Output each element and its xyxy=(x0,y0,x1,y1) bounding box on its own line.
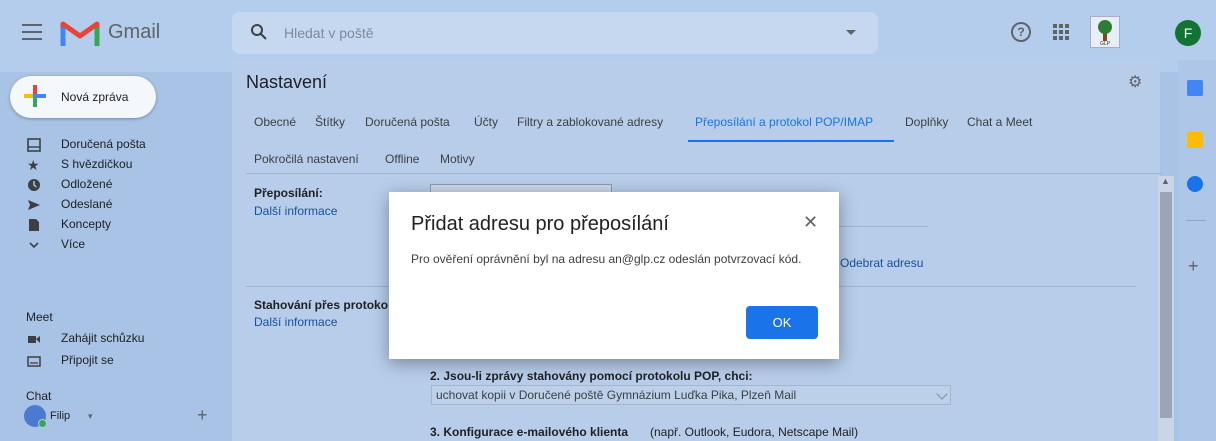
sidebar-item-label: Koncepty xyxy=(61,217,112,231)
calendar-icon[interactable] xyxy=(1187,80,1203,96)
gmail-logo[interactable] xyxy=(60,18,100,48)
pop-action-select-value: uchovat kopii v Doručené poště Gymnázium… xyxy=(436,388,797,402)
sidebar-item-join-meeting[interactable]: Připojit se xyxy=(0,350,230,372)
tab-advanced[interactable]: Pokročilá nastavení xyxy=(254,152,359,166)
close-icon[interactable]: ✕ xyxy=(803,212,818,233)
brand-name: Gmail xyxy=(108,21,161,43)
inbox-icon xyxy=(27,138,41,152)
remove-address-link[interactable]: Odebrat adresu xyxy=(840,256,923,270)
sidebar-item-label: S hvězdičkou xyxy=(61,157,133,171)
tabs-divider xyxy=(246,173,1162,174)
tab-labels[interactable]: Štítky xyxy=(315,115,345,129)
start-chat-plus-icon[interactable]: + xyxy=(197,405,208,426)
chevron-down-icon xyxy=(936,388,948,400)
meet-section-title: Meet xyxy=(26,310,53,324)
search-bar[interactable] xyxy=(232,12,878,54)
pop-step3-label: 3. Konfigurace e-mailového klienta xyxy=(430,425,629,439)
pop-action-select[interactable]: uchovat kopii v Doručené poště Gymnázium… xyxy=(431,385,951,405)
search-input[interactable] xyxy=(284,23,804,43)
compose-label: Nová zpráva xyxy=(61,90,129,104)
row-divider xyxy=(838,226,928,227)
pop-download-label: Stahování přes protoko xyxy=(254,298,389,312)
tab-general[interactable]: Obecné xyxy=(254,115,296,129)
draft-icon xyxy=(27,218,41,232)
page-title: Nastavení xyxy=(246,72,328,92)
tasks-icon[interactable] xyxy=(1187,176,1203,192)
gear-icon[interactable]: ⚙ xyxy=(1128,72,1142,92)
sidebar-item-label: Zahájit schůzku xyxy=(61,331,145,345)
pop-step2-label: 2. Jsou-li zprávy stahovány pomocí proto… xyxy=(430,369,753,383)
compose-button[interactable]: Nová zpráva xyxy=(10,76,156,118)
dialog-message: Pro ověření oprávnění byl na adresu an@g… xyxy=(411,252,802,266)
sidebar-item-label: Připojit se xyxy=(61,353,114,367)
search-icon[interactable] xyxy=(250,23,268,46)
tab-forwarding-pop-imap[interactable]: Přeposílání a protokol POP/IMAP xyxy=(695,115,873,129)
chat-user-avatar[interactable] xyxy=(24,405,47,428)
tab-addons[interactable]: Doplňky xyxy=(905,115,948,129)
dialog-title: Přidat adresu pro přeposílání xyxy=(411,213,669,235)
main-menu-icon[interactable] xyxy=(22,24,42,40)
ok-button[interactable]: OK xyxy=(746,306,818,339)
clock-icon xyxy=(27,178,41,192)
status-dropdown-icon[interactable]: ▾ xyxy=(88,411,93,422)
chat-user-name[interactable]: Filip xyxy=(50,410,70,422)
online-status-icon xyxy=(38,419,47,428)
tab-offline[interactable]: Offline xyxy=(385,152,419,166)
forwarding-confirmation-dialog: Přidat adresu pro přeposílání ✕ Pro ověř… xyxy=(389,192,839,359)
sidebar-item-more[interactable]: Více xyxy=(0,234,230,256)
sidebar-item-starred[interactable]: ★ S hvězdičkou xyxy=(0,154,230,176)
forwarding-label: Přeposílání: xyxy=(254,186,323,200)
chevron-down-icon xyxy=(27,238,41,252)
keep-icon[interactable] xyxy=(1187,132,1203,148)
tab-accounts[interactable]: Účty xyxy=(474,115,498,129)
plus-icon xyxy=(22,83,48,109)
pop-learn-more-link[interactable]: Další informace xyxy=(254,315,337,329)
sidebar-item-new-meeting[interactable]: Zahájit schůzku xyxy=(0,328,230,350)
sidebar-item-sent[interactable]: Odeslané xyxy=(0,194,230,216)
search-options-icon[interactable] xyxy=(846,30,856,35)
side-panel: + xyxy=(1178,60,1216,441)
tab-filters[interactable]: Filtry a zablokované adresy xyxy=(517,115,663,129)
account-avatar[interactable]: F xyxy=(1175,20,1201,46)
keyboard-icon xyxy=(27,354,41,368)
sidebar-item-inbox[interactable]: Doručená pošta xyxy=(0,134,230,156)
chat-section-title: Chat xyxy=(26,389,52,403)
sidebar-item-label: Odložené xyxy=(61,177,113,191)
sidebar-item-snoozed[interactable]: Odložené xyxy=(0,174,230,196)
sidebar-item-label: Více xyxy=(61,237,86,251)
pop-step3-hint: (např. Outlook, Eudora, Netscape Mail) xyxy=(650,425,859,439)
tab-inbox[interactable]: Doručená pošta xyxy=(365,115,450,129)
active-tab-indicator xyxy=(688,140,894,142)
send-icon xyxy=(27,198,41,212)
sidebar-item-drafts[interactable]: Koncepty xyxy=(0,214,230,236)
help-icon[interactable]: ? xyxy=(1011,22,1031,42)
forwarding-learn-more-link[interactable]: Další informace xyxy=(254,204,337,218)
get-addons-plus-icon[interactable]: + xyxy=(1188,256,1199,277)
rail-divider xyxy=(1186,220,1206,221)
star-icon: ★ xyxy=(27,157,40,173)
tab-themes[interactable]: Motivy xyxy=(440,152,475,166)
sidebar-item-label: Doručená pošta xyxy=(61,137,146,151)
scroll-up-icon[interactable]: ▲ xyxy=(1161,176,1170,186)
svg-text:GLP: GLP xyxy=(1100,41,1111,47)
tab-chat-meet[interactable]: Chat a Meet xyxy=(967,115,1032,129)
organization-logo[interactable]: GLP xyxy=(1090,16,1120,48)
scrollbar-thumb[interactable] xyxy=(1160,192,1172,418)
sidebar-item-label: Odeslané xyxy=(61,197,113,211)
apps-grid-icon[interactable] xyxy=(1053,24,1069,40)
video-icon xyxy=(27,332,41,346)
